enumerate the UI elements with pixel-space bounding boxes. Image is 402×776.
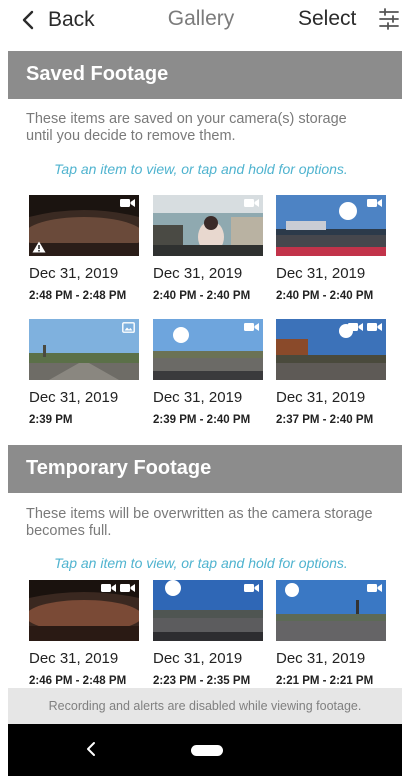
photo-icon <box>122 322 135 333</box>
video-camera-icon <box>367 323 382 331</box>
temporary-footage-hint: Tap an item to view, or tap and hold for… <box>54 555 348 571</box>
video-camera-icon <box>367 584 382 592</box>
video-camera-icon <box>120 584 135 592</box>
footage-item[interactable]: Dec 31, 2019 2:37 PM - 2:40 PM <box>276 319 388 426</box>
saved-footage-hint: Tap an item to view, or tap and hold for… <box>54 161 348 177</box>
footage-time-range: 2:48 PM - 2:48 PM <box>29 290 127 302</box>
warning-icon <box>32 241 46 253</box>
android-nav-bar <box>8 724 402 776</box>
footage-thumbnail[interactable] <box>153 195 263 256</box>
gallery-scroll-area[interactable]: Saved Footage These items are saved on y… <box>0 50 402 688</box>
footage-time-range: 2:39 PM - 2:40 PM <box>153 414 251 426</box>
status-message: Recording and alerts are disabled while … <box>8 688 402 724</box>
footage-time-range: 2:40 PM - 2:40 PM <box>276 290 374 302</box>
footage-thumbnail[interactable] <box>29 319 139 380</box>
footage-time-range: 2:46 PM - 2:48 PM <box>29 675 127 687</box>
top-bar: Back Gallery Select <box>0 0 402 50</box>
footage-thumbnail[interactable] <box>153 580 263 641</box>
video-camera-icon <box>244 323 259 331</box>
video-camera-icon <box>101 584 116 592</box>
footage-thumbnail[interactable] <box>29 580 139 641</box>
footage-thumbnail[interactable] <box>276 319 386 380</box>
footage-time-range: 2:23 PM - 2:35 PM <box>153 675 251 687</box>
select-button[interactable]: Select <box>298 7 356 31</box>
nav-back-icon[interactable] <box>86 741 96 757</box>
back-button[interactable]: Back <box>22 6 95 34</box>
video-camera-icon <box>244 199 259 207</box>
footage-item[interactable]: Dec 31, 2019 2:46 PM - 2:48 PM <box>29 580 141 687</box>
footage-time-range: 2:39 PM <box>29 414 73 426</box>
footage-date: Dec 31, 2019 <box>153 265 243 282</box>
video-camera-icon <box>348 323 363 331</box>
chevron-left-icon <box>22 10 34 30</box>
footage-thumbnail[interactable] <box>29 195 139 256</box>
back-label: Back <box>48 8 95 31</box>
saved-footage-header: Saved Footage <box>8 51 402 99</box>
saved-footage-description: These items are saved on your camera(s) … <box>26 111 347 144</box>
temporary-footage-header: Temporary Footage <box>8 445 402 493</box>
footage-date: Dec 31, 2019 <box>153 389 243 406</box>
temporary-footage-title: Temporary Footage <box>26 457 212 479</box>
footage-time-range: 2:21 PM - 2:21 PM <box>276 675 374 687</box>
footage-item[interactable]: Dec 31, 2019 2:40 PM - 2:40 PM <box>276 195 388 302</box>
footage-item[interactable]: Dec 31, 2019 2:23 PM - 2:35 PM <box>153 580 265 687</box>
footage-thumbnail[interactable] <box>153 319 263 380</box>
footage-date: Dec 31, 2019 <box>29 650 119 667</box>
footage-date: Dec 31, 2019 <box>153 650 243 667</box>
video-camera-icon <box>244 584 259 592</box>
footage-item[interactable]: Dec 31, 2019 2:39 PM - 2:40 PM <box>153 319 265 426</box>
video-camera-icon <box>120 199 135 207</box>
footage-date: Dec 31, 2019 <box>276 650 366 667</box>
footage-item[interactable]: Dec 31, 2019 2:40 PM - 2:40 PM <box>153 195 265 302</box>
footage-thumbnail[interactable] <box>276 580 386 641</box>
footage-thumbnail[interactable] <box>276 195 386 256</box>
nav-home-button[interactable] <box>191 745 223 756</box>
footage-time-range: 2:40 PM - 2:40 PM <box>153 290 251 302</box>
footage-date: Dec 31, 2019 <box>29 389 119 406</box>
video-camera-icon <box>367 199 382 207</box>
temporary-footage-description: These items will be overwritten as the c… <box>26 506 373 539</box>
footage-date: Dec 31, 2019 <box>29 265 119 282</box>
sliders-icon[interactable] <box>378 8 400 30</box>
footage-item[interactable]: Dec 31, 2019 2:39 PM <box>29 319 141 426</box>
footage-date: Dec 31, 2019 <box>276 389 366 406</box>
footage-item[interactable]: Dec 31, 2019 2:21 PM - 2:21 PM <box>276 580 388 687</box>
footage-date: Dec 31, 2019 <box>276 265 366 282</box>
footage-time-range: 2:37 PM - 2:40 PM <box>276 414 374 426</box>
saved-footage-title: Saved Footage <box>26 63 169 85</box>
footage-item[interactable]: Dec 31, 2019 2:48 PM - 2:48 PM <box>29 195 141 302</box>
